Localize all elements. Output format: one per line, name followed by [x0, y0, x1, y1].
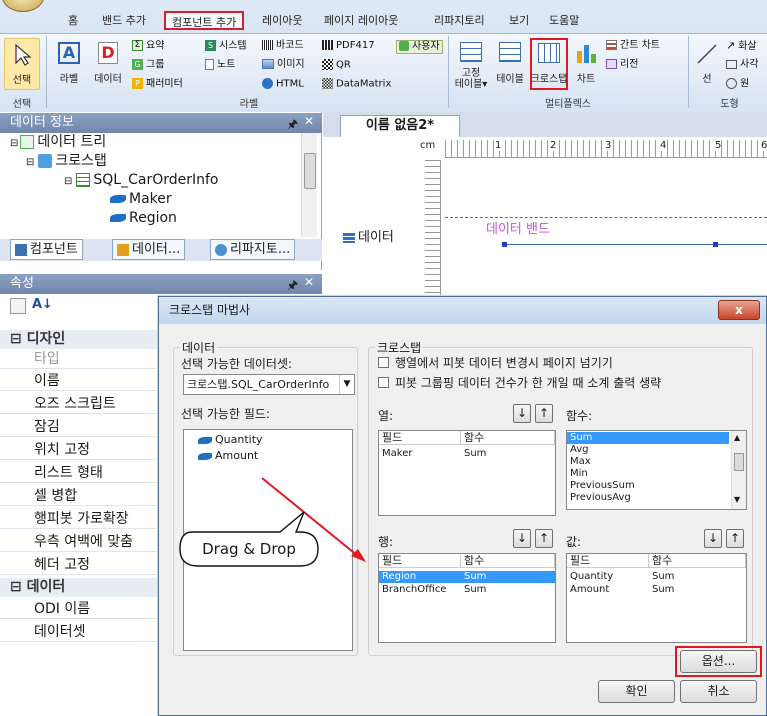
annotation-overlay [179, 477, 366, 567]
callout-text: Drag & Drop [202, 540, 296, 558]
